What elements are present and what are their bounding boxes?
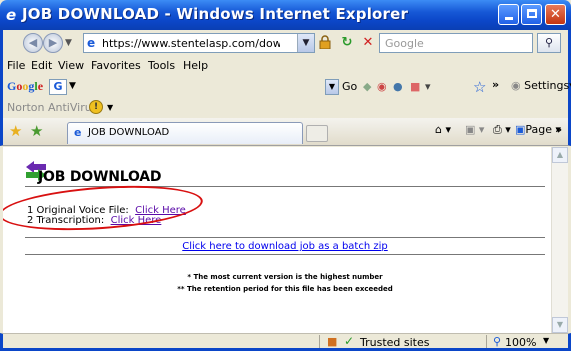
favorites-star-icon[interactable]: ★	[9, 122, 22, 140]
minimize-icon	[504, 17, 513, 20]
popup-blocker-icon[interactable]: ◉	[377, 80, 387, 93]
version-note: * The most current version is the highes…	[187, 273, 383, 281]
autofill-icon[interactable]: ■	[410, 80, 420, 93]
address-toolbar: ◀ ▶ ▼ e https://www.stentelasp.com/downl…	[0, 30, 571, 57]
google-toolbar: Google G ▼ ▼ Go ◆ ◉ ● ■ ▾ ☆ » ◉ Settings…	[0, 76, 571, 98]
back-button[interactable]: ◀	[23, 33, 43, 53]
divider	[25, 237, 545, 238]
norton-label: Norton AntiVirus	[7, 101, 98, 114]
scroll-up-button[interactable]: ▲	[552, 147, 568, 163]
page-title: JOB DOWNLOAD	[38, 169, 162, 185]
google-go-button[interactable]: Go	[342, 80, 357, 93]
forward-button[interactable]: ▶	[43, 33, 63, 53]
status-divider	[486, 335, 487, 348]
menu-help[interactable]: Help	[183, 59, 208, 72]
tab-job-download[interactable]: e JOB DOWNLOAD	[67, 122, 303, 144]
ie-logo-icon: e	[6, 6, 17, 24]
page-menu-label: Page	[525, 123, 553, 136]
close-button[interactable]: ✕	[545, 4, 566, 25]
refresh-button[interactable]: ↻	[338, 34, 356, 52]
title-bar[interactable]: e JOB DOWNLOAD - Windows Internet Explor…	[0, 0, 571, 30]
zoom-dropdown[interactable]: ▼	[543, 336, 549, 345]
google-field-dropdown[interactable]: ▼	[325, 79, 339, 95]
pagerank-icon[interactable]: ◆	[363, 80, 371, 93]
tab-label: JOB DOWNLOAD	[88, 127, 170, 138]
search-placeholder: Google	[385, 37, 424, 50]
settings-label: Settings▾	[524, 79, 571, 92]
lock-icon[interactable]	[319, 35, 331, 49]
tab-page-icon: e	[74, 126, 82, 139]
minimize-button[interactable]	[498, 4, 519, 25]
recent-pages-dropdown[interactable]: ▼	[65, 38, 72, 48]
window-title: JOB DOWNLOAD - Windows Internet Explorer	[22, 5, 409, 23]
search-icon: ⚲	[544, 36, 554, 49]
maximize-icon	[526, 9, 537, 18]
menu-view[interactable]: View	[58, 59, 84, 72]
batch-zip-download-link[interactable]: Click here to download job as a batch zi…	[3, 241, 551, 252]
bookmark-icon[interactable]: ●	[393, 80, 403, 93]
more-chevron-icon[interactable]: »	[492, 78, 499, 91]
scroll-down-button[interactable]: ▼	[552, 317, 568, 333]
security-zone-icon[interactable]: ■	[327, 335, 337, 348]
trusted-check-icon: ✓	[344, 334, 355, 348]
zoom-icon[interactable]: ⚲	[493, 335, 501, 348]
add-favorites-icon[interactable]: ★	[30, 122, 43, 140]
close-icon: ✕	[550, 7, 561, 22]
menu-bar: File Edit View Favorites Tools Help	[0, 57, 571, 76]
print-icon[interactable]: ⎙ ▾	[493, 123, 511, 137]
norton-dropdown[interactable]: ▼	[107, 103, 113, 112]
norton-icon[interactable]: !	[89, 100, 103, 114]
google-logo[interactable]: Google	[7, 79, 43, 94]
status-divider	[319, 335, 320, 348]
maximize-button[interactable]	[521, 4, 542, 25]
search-box[interactable]: Google	[379, 33, 533, 53]
menu-edit[interactable]: Edit	[31, 59, 52, 72]
retention-note: ** The retention period for this file ha…	[177, 285, 393, 293]
settings-button[interactable]: ◉ Settings▾	[511, 79, 571, 92]
divider	[25, 254, 545, 255]
tools-overflow-chevron-icon[interactable]: »	[555, 123, 562, 136]
page-content: JOB DOWNLOAD 1 Original Voice File: Clic…	[3, 147, 551, 333]
stop-button[interactable]: ✕	[359, 34, 377, 52]
star-icon[interactable]: ☆	[473, 78, 486, 96]
status-bar: ■ ✓ Trusted sites ⚲ 100% ▼	[0, 333, 571, 351]
autofill-dropdown[interactable]: ▾	[425, 80, 431, 93]
settings-icon: ◉	[511, 79, 521, 92]
address-bar[interactable]: e https://www.stentelasp.com/download_j …	[83, 33, 315, 53]
address-dropdown-button[interactable]: ▼	[297, 34, 314, 52]
zoom-level[interactable]: 100%	[505, 336, 536, 349]
new-tab-button[interactable]	[306, 125, 328, 142]
search-button[interactable]: ⚲	[537, 33, 561, 53]
annotation-circle	[3, 179, 205, 237]
google-search-field[interactable]	[83, 79, 323, 95]
home-icon[interactable]: ⌂ ▾	[435, 123, 451, 136]
page-menu-icon: ▣	[515, 123, 526, 136]
page-icon: e	[87, 36, 96, 50]
menu-file[interactable]: File	[7, 59, 25, 72]
url-text[interactable]: https://www.stentelasp.com/download_j	[102, 37, 280, 50]
menu-favorites[interactable]: Favorites	[91, 59, 141, 72]
google-options-dropdown[interactable]: ▼	[69, 81, 76, 91]
tab-bar: ★ ★ e JOB DOWNLOAD ⌂ ▾ ▣ ▾ ⎙ ▾ ▣Page ▾ »	[0, 118, 571, 146]
vertical-scrollbar[interactable]: ▲ ▼	[551, 147, 568, 333]
browser-window: e JOB DOWNLOAD - Windows Internet Explor…	[0, 0, 571, 351]
feeds-icon[interactable]: ▣ ▾	[465, 123, 484, 136]
google-search-icon[interactable]: G	[49, 79, 67, 95]
norton-toolbar: Norton AntiVirus ! ▼	[0, 98, 571, 118]
menu-tools[interactable]: Tools	[148, 59, 175, 72]
security-zone-label[interactable]: Trusted sites	[360, 336, 430, 349]
